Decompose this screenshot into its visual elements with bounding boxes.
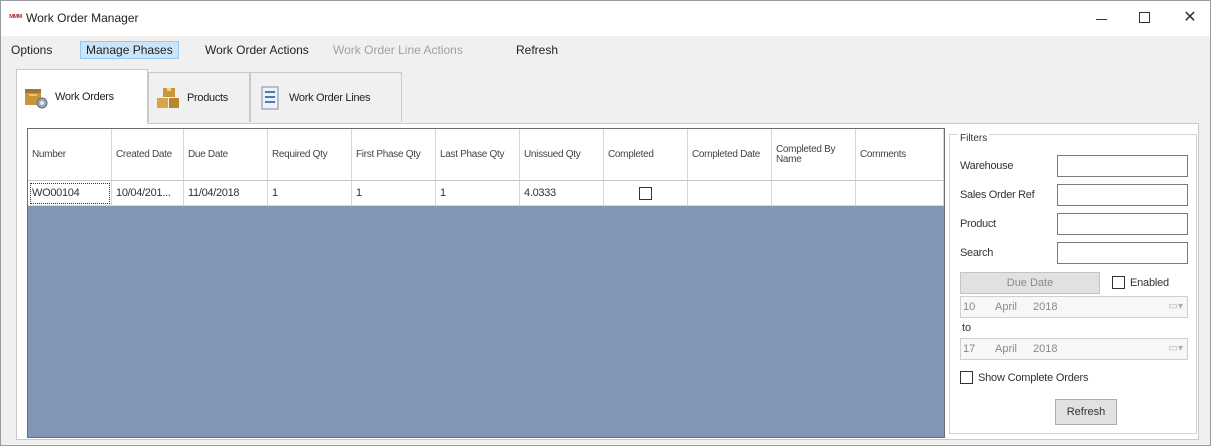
products-icon xyxy=(157,87,179,108)
tab-products[interactable]: Products xyxy=(148,72,250,122)
to-date-year: 2018 xyxy=(1033,343,1058,355)
cell-completed[interactable] xyxy=(604,181,688,206)
from-date-picker: 10 April 2018 ▭▾ xyxy=(960,296,1188,318)
to-date-month: April xyxy=(995,343,1018,355)
column-header-required-qty[interactable]: Required Qty xyxy=(268,129,352,180)
cell-completed-by-name[interactable] xyxy=(772,181,856,206)
from-date-year: 2018 xyxy=(1033,301,1058,313)
cell-unissued-qty[interactable]: 4.0333 xyxy=(520,181,604,206)
show-complete-orders-checkbox[interactable] xyxy=(960,371,973,384)
column-header-first-phase-qty[interactable]: First Phase Qty xyxy=(352,129,436,180)
app-icon: ᴍᴍᴍ xyxy=(9,13,23,20)
to-date-day: 17 xyxy=(963,343,976,355)
warehouse-label: Warehouse xyxy=(960,160,1014,172)
column-header-completed-date[interactable]: Completed Date xyxy=(688,129,772,180)
menu-work-order-line-actions: Work Order Line Actions xyxy=(333,43,463,57)
enabled-checkbox-row[interactable]: Enabled xyxy=(1112,276,1169,289)
grid-header-row: Number Created Date Due Date Required Qt… xyxy=(28,129,944,181)
cell-required-qty[interactable]: 1 xyxy=(268,181,352,206)
to-date-picker: 17 April 2018 ▭▾ xyxy=(960,338,1188,360)
from-date-month: April xyxy=(995,301,1018,313)
warehouse-input[interactable] xyxy=(1057,155,1188,177)
window-title: Work Order Manager xyxy=(26,11,139,25)
sales-order-ref-label: Sales Order Ref xyxy=(960,189,1035,201)
column-header-due-date[interactable]: Due Date xyxy=(184,129,268,180)
minimize-icon xyxy=(1095,18,1107,20)
calendar-dropdown-icon: ▭▾ xyxy=(1168,301,1183,312)
column-header-completed-by-name[interactable]: Completed By Name xyxy=(772,129,856,180)
table-row[interactable]: WO00104 10/04/201... 11/04/2018 1 1 1 4.… xyxy=(28,181,944,206)
work-orders-icon xyxy=(25,89,48,109)
tab-work-orders-label: Work Orders xyxy=(55,91,114,103)
cell-due-date[interactable]: 11/04/2018 xyxy=(184,181,268,206)
cell-last-phase-qty[interactable]: 1 xyxy=(436,181,520,206)
work-order-manager-window: ᴍᴍᴍ Work Order Manager ✕ Options Manage … xyxy=(0,0,1211,446)
close-button[interactable]: ✕ xyxy=(1167,1,1211,33)
show-complete-orders-label: Show Complete Orders xyxy=(978,371,1089,384)
maximize-icon xyxy=(1138,11,1150,23)
show-complete-orders-row[interactable]: Show Complete Orders xyxy=(960,371,1089,384)
to-label: to xyxy=(962,322,972,334)
cell-number[interactable]: WO00104 xyxy=(28,181,112,206)
close-icon: ✕ xyxy=(1183,9,1197,26)
cell-comments[interactable] xyxy=(856,181,944,206)
product-label: Product xyxy=(960,218,996,230)
work-order-lines-icon xyxy=(261,86,279,109)
column-header-number[interactable]: Number xyxy=(28,129,112,180)
refresh-button[interactable]: Refresh xyxy=(1055,399,1117,425)
tab-work-order-lines-label: Work Order Lines xyxy=(289,91,371,104)
column-header-unissued-qty[interactable]: Unissued Qty xyxy=(520,129,604,180)
work-orders-grid[interactable]: Number Created Date Due Date Required Qt… xyxy=(27,128,945,438)
menu-options[interactable]: Options xyxy=(5,41,58,59)
column-header-comments[interactable]: Comments xyxy=(856,129,944,180)
due-date-button: Due Date xyxy=(960,272,1100,294)
maximize-button[interactable] xyxy=(1121,1,1167,33)
title-bar[interactable]: ᴍᴍᴍ Work Order Manager ✕ xyxy=(1,1,1210,36)
menu-refresh[interactable]: Refresh xyxy=(510,41,564,59)
search-input[interactable] xyxy=(1057,242,1188,264)
product-input[interactable] xyxy=(1057,213,1188,235)
tab-products-label: Products xyxy=(187,91,229,104)
cell-completed-date[interactable] xyxy=(688,181,772,206)
menu-bar: Options Manage Phases Work Order Actions… xyxy=(1,38,1210,62)
completed-checkbox[interactable] xyxy=(639,186,652,200)
calendar-dropdown-icon: ▭▾ xyxy=(1168,343,1183,354)
menu-work-order-actions[interactable]: Work Order Actions xyxy=(199,41,315,59)
enabled-checkbox[interactable] xyxy=(1112,276,1125,289)
tab-work-orders[interactable]: Work Orders xyxy=(16,69,148,124)
filters-title: Filters xyxy=(958,133,990,144)
cell-created-date[interactable]: 10/04/201... xyxy=(112,181,184,206)
column-header-last-phase-qty[interactable]: Last Phase Qty xyxy=(436,129,520,180)
enabled-label: Enabled xyxy=(1130,276,1169,289)
cell-first-phase-qty[interactable]: 1 xyxy=(352,181,436,206)
filters-group: Filters Warehouse Sales Order Ref Produc… xyxy=(949,133,1197,434)
sales-order-ref-input[interactable] xyxy=(1057,184,1188,206)
tab-work-order-lines[interactable]: Work Order Lines xyxy=(250,72,402,122)
from-date-day: 10 xyxy=(963,301,976,313)
column-header-completed[interactable]: Completed xyxy=(604,129,688,180)
menu-manage-phases[interactable]: Manage Phases xyxy=(80,41,179,59)
minimize-button[interactable] xyxy=(1078,1,1124,33)
column-header-created-date[interactable]: Created Date xyxy=(112,129,184,180)
search-label: Search xyxy=(960,247,994,259)
